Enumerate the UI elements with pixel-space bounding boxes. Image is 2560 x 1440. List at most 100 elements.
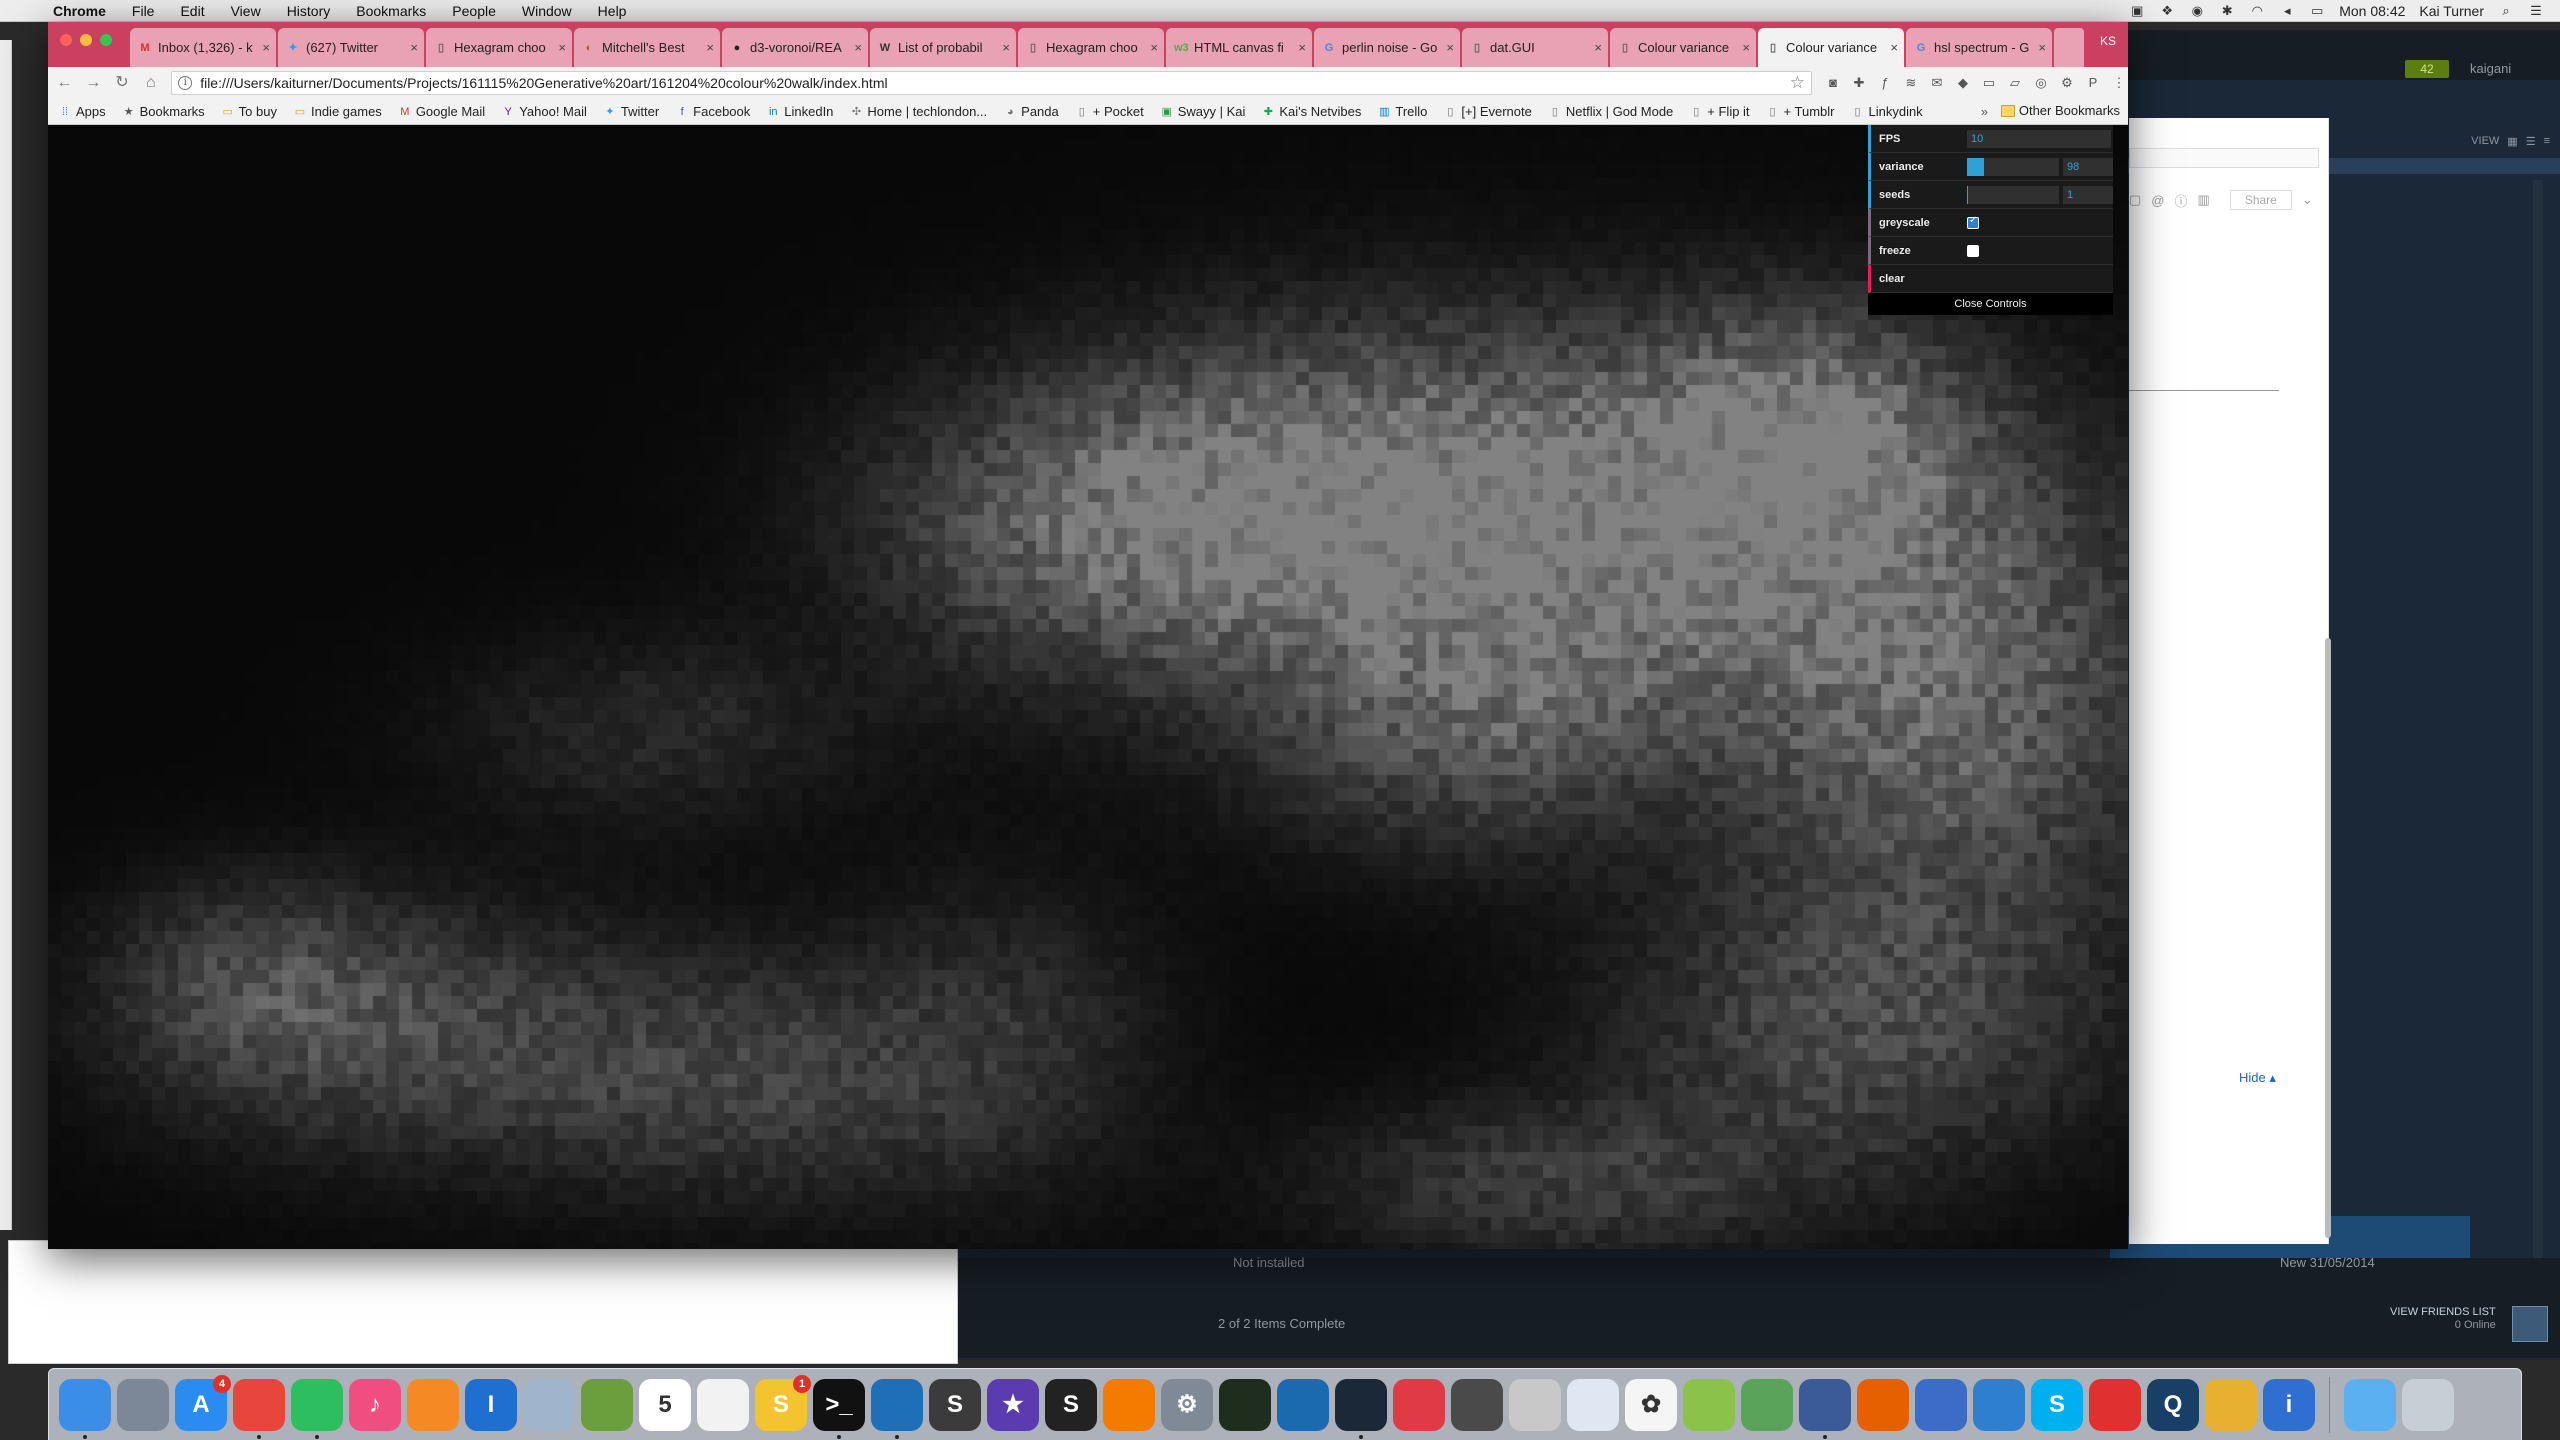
skype-icon[interactable]: S [2031, 1378, 2083, 1431]
browser-tab[interactable]: Ghsl spectrum - G × [1906, 28, 2052, 67]
sublime-icon[interactable]: S [929, 1378, 981, 1431]
close-tab-icon[interactable]: × [2038, 40, 2046, 55]
info-icon[interactable]: i [2263, 1378, 2315, 1431]
browser-tab[interactable]: ◐ Mitchell's Best × [574, 28, 720, 67]
user-menu[interactable]: Kai Turner [2419, 3, 2484, 19]
page-info-icon[interactable]: i [178, 76, 193, 90]
forward-icon[interactable]: → [81, 71, 106, 95]
xcode-icon[interactable] [1277, 1378, 1329, 1431]
bookmark-item[interactable]: ▯ + Tumblr [1766, 104, 1835, 119]
close-tab-icon[interactable]: × [706, 40, 714, 55]
bookmark-item[interactable]: in LinkedIn [766, 104, 833, 119]
calendar-icon[interactable]: 5 [639, 1378, 691, 1431]
steam-username[interactable]: kaigani [2470, 61, 2511, 76]
1password-status-icon[interactable]: ◉ [2189, 3, 2205, 18]
browser-tab[interactable]: ✦ (627) Twitter × [278, 28, 424, 67]
browser-tab[interactable]: ● d3-voronoi/REA × [722, 28, 868, 67]
view-friends-list[interactable]: VIEW FRIENDS LIST 0 Online [2390, 1306, 2496, 1332]
vscode-icon[interactable] [871, 1378, 923, 1439]
notification-badge[interactable]: 42 [2405, 60, 2449, 78]
close-controls-button[interactable]: Close Controls [1868, 293, 2113, 315]
other-bookmarks-label[interactable]: Other Bookmarks [2019, 103, 2120, 118]
browser-tab[interactable]: w3 HTML canvas fi × [1166, 28, 1312, 67]
bg-panel-input[interactable] [2129, 148, 2319, 168]
bookmark-item[interactable]: f Facebook [675, 104, 751, 119]
menu-edit[interactable]: Edit [167, 3, 217, 19]
view-list-icon[interactable]: ☰ [2526, 135, 2536, 148]
browser-tab[interactable]: ▯ Colour variance × [1610, 28, 1756, 67]
browser-tab[interactable]: ▯ Hexagram choo × [1018, 28, 1164, 67]
bookmark-item[interactable]: ▯ [+] Evernote [1443, 104, 1532, 119]
close-tab-icon[interactable]: × [558, 40, 566, 55]
vlc-icon[interactable] [1103, 1378, 1155, 1431]
browser-tab[interactable]: W List of probabil × [870, 28, 1016, 67]
automator-icon[interactable] [581, 1378, 633, 1431]
bookmark-item[interactable]: ★ Bookmarks [122, 104, 205, 119]
firefox-icon[interactable] [1857, 1378, 1909, 1431]
evernote-icon[interactable] [291, 1378, 343, 1439]
browser-tab[interactable]: Gperlin noise - Go × [1314, 28, 1460, 67]
bookmark-item[interactable]: ⁞⁞ Apps [58, 104, 106, 119]
close-tab-icon[interactable]: × [1742, 40, 1750, 55]
bookmark-item[interactable]: ▭ Indie games [293, 104, 382, 119]
sketch-icon[interactable]: S1 [755, 1374, 811, 1431]
bookmark-item[interactable]: ▥ Trello [1377, 104, 1427, 119]
app-store-icon[interactable]: A4 [175, 1374, 231, 1431]
mail-icon[interactable] [523, 1378, 575, 1431]
bookmark-item[interactable]: ✚ Kai's Netvibes [1261, 104, 1362, 119]
car-icon[interactable] [1799, 1378, 1851, 1439]
browser-tab[interactable]: ▯ Hexagram choo × [426, 28, 572, 67]
view-detail-icon[interactable]: ≡ [2544, 135, 2550, 147]
preview-icon[interactable] [1567, 1378, 1619, 1431]
view-friends-label[interactable]: VIEW FRIENDS LIST [2390, 1306, 2496, 1319]
gui-clear-button[interactable]: clear [1868, 265, 2113, 293]
browser-tab[interactable]: ▯ Colour variance × [1758, 28, 1904, 67]
other-bookmarks[interactable]: Other Bookmarks [2000, 103, 2120, 118]
onepassword-ext-icon[interactable]: ◎ [2032, 74, 2050, 92]
reload-icon[interactable]: ↻ [110, 71, 135, 95]
back-icon[interactable]: ← [52, 71, 77, 95]
menu-file[interactable]: File [119, 3, 168, 19]
keyboard-icon[interactable] [1509, 1378, 1561, 1431]
close-tab-icon[interactable]: × [1594, 40, 1602, 55]
chrome-menu-icon[interactable]: ⋮ [2110, 74, 2128, 92]
gui-seeds-input[interactable]: 1 [2063, 185, 2113, 204]
chevron-down-icon[interactable]: ⌄ [2302, 192, 2313, 208]
close-window-button[interactable] [60, 34, 72, 46]
menu-bookmarks[interactable]: Bookmarks [343, 3, 439, 19]
bookmarks-overflow-button[interactable]: » [1981, 104, 1988, 119]
textedit-icon[interactable] [697, 1378, 749, 1431]
imovie-icon[interactable]: ★ [987, 1378, 1039, 1431]
close-tab-icon[interactable]: × [1002, 40, 1010, 55]
fx-icon[interactable]: ƒ [1876, 74, 1894, 92]
menu-app-name[interactable]: Chrome [40, 3, 119, 19]
close-tab-icon[interactable]: × [854, 40, 862, 55]
battery-icon[interactable]: ▭ [2309, 3, 2325, 18]
downloads-folder-icon[interactable] [2344, 1378, 2396, 1431]
gui-variance-input[interactable]: 98 [2063, 157, 2113, 176]
screen-record-icon[interactable] [2089, 1378, 2141, 1431]
gui-variance-slider[interactable] [1967, 157, 2059, 176]
gui-clear-label[interactable]: clear [1879, 273, 1967, 285]
bookmark-item[interactable]: ✦ Twitter [603, 104, 659, 119]
close-tab-icon[interactable]: × [1150, 40, 1158, 55]
clock[interactable]: Mon 08:42 [2339, 3, 2405, 19]
itunes-icon[interactable]: ♪ [349, 1378, 401, 1431]
bookmark-item[interactable]: ▯ + Pocket [1075, 104, 1144, 119]
gui-seeds-slider[interactable] [1967, 185, 2059, 204]
cast-icon[interactable]: ▱ [2006, 74, 2024, 92]
dropbox-icon[interactable]: ❖ [2159, 3, 2175, 18]
share-button[interactable]: Share [2229, 190, 2292, 210]
quicktime-icon[interactable]: Q [2147, 1378, 2199, 1431]
gmail-checker-icon[interactable]: ✉ [1928, 74, 1946, 92]
list-scrollbar[interactable] [2533, 180, 2543, 1310]
elite-dangerous-icon[interactable] [1451, 1378, 1503, 1431]
bookmark-item[interactable]: ▯ Linkydink [1850, 104, 1922, 119]
system-preferences-icon[interactable]: ⚙ [1161, 1378, 1213, 1431]
bookmark-star-icon[interactable]: ☆ [1790, 73, 1805, 93]
bookmark-item[interactable]: ▯ Netflix | God Mode [1548, 104, 1673, 119]
steam-icon[interactable] [1335, 1378, 1387, 1439]
evernote-clipper-icon[interactable]: ◆ [1954, 74, 1972, 92]
info-circle-icon[interactable]: ⓘ [2175, 191, 2188, 210]
close-tab-icon[interactable]: × [1446, 40, 1454, 55]
